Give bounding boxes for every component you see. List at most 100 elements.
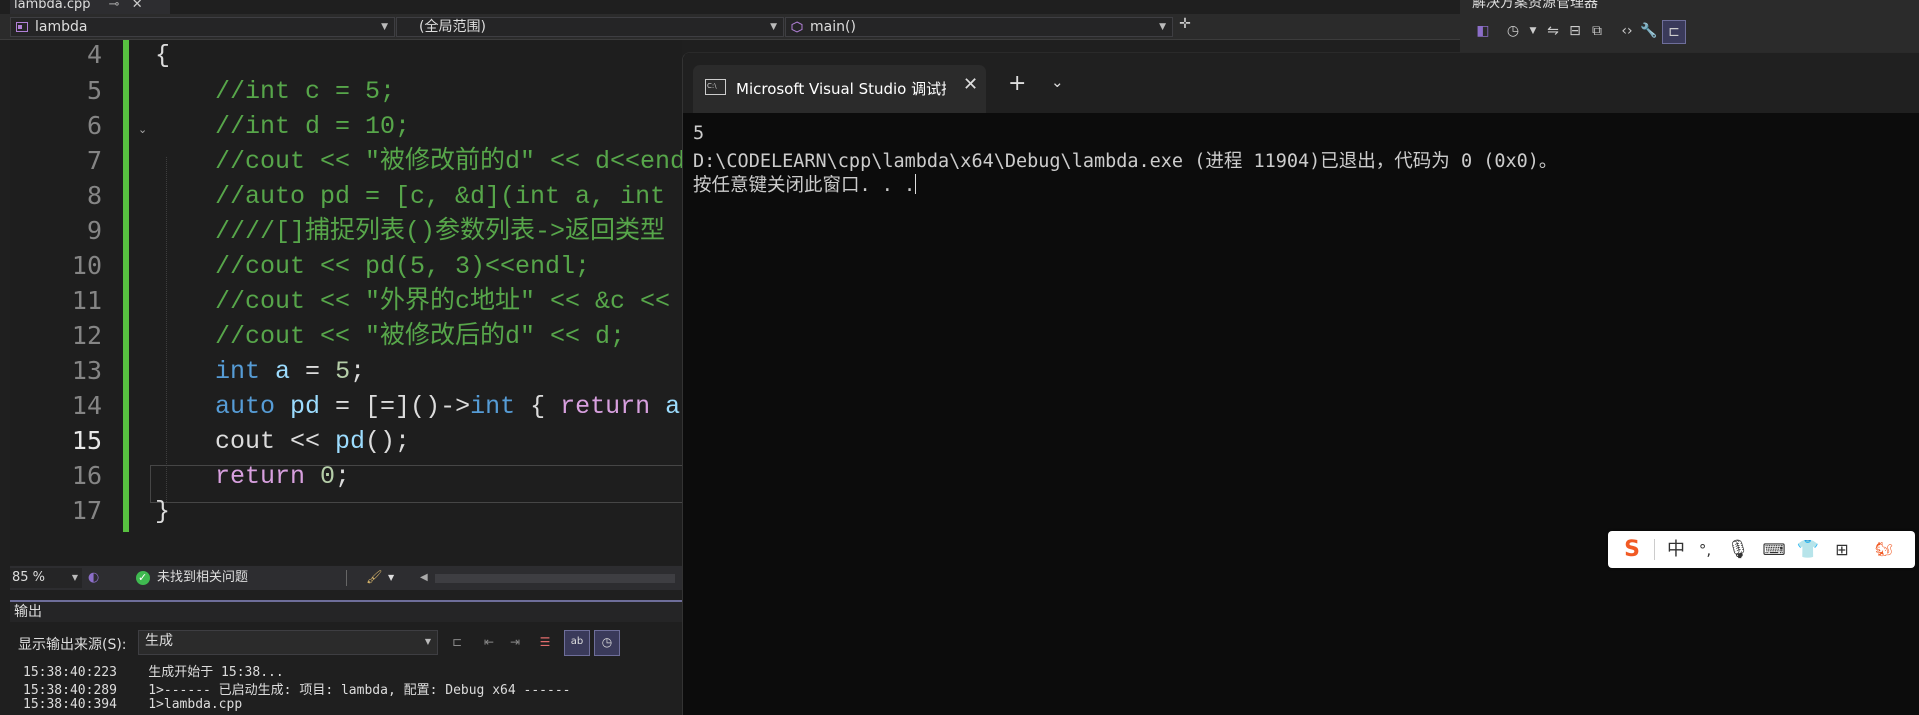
history-icon[interactable]: ◷ — [1502, 20, 1524, 42]
console-line: 5 — [693, 123, 705, 144]
code-line-comment: //cout << pd(5, 3)<<endl; — [215, 252, 591, 281]
input-mode-toggle[interactable]: 中 — [1664, 538, 1688, 562]
console-line: D:\CODELEARN\cpp\lambda\x64\Debug\lambda… — [693, 151, 1558, 172]
scroll-left-icon[interactable]: ◀ — [420, 566, 428, 590]
word-wrap-icon[interactable]: ab — [564, 630, 590, 656]
zoom-dropdown[interactable]: 85 % ▼ — [10, 568, 82, 588]
output-toolbar: 显示输出来源(S): 生成 ▼ ⊏ ⇤ ⇥ ☰ ab ◷ — [10, 630, 682, 656]
code-line-comment: //cout << "被修改后的d" << d; — [215, 322, 626, 351]
collapse-all-icon[interactable]: ⊟ — [1564, 20, 1586, 42]
member-dropdown-label: main() — [810, 19, 856, 35]
console-tab-title: Microsoft Visual Studio 调试控制台 — [736, 80, 946, 98]
line-number: 4 — [86, 40, 102, 69]
code-line: int a = 5; — [215, 357, 366, 386]
method-icon — [791, 21, 803, 33]
split-icon[interactable]: ✛ — [1176, 16, 1194, 38]
editor-status-bar: 85 % ▼ ◐ 未找到相关问题 🖌 ▼ ◀ — [10, 566, 682, 590]
previous-message-icon[interactable]: ⇤ — [476, 630, 502, 656]
solution-explorer-title: 解决方案资源管理器 — [1472, 0, 1598, 11]
member-dropdown[interactable]: main() ▼ — [785, 17, 1173, 37]
navigation-bar: lambda ▼ (全局范围) ▼ main() ▼ ✛ — [0, 14, 1460, 40]
keyboard-icon[interactable]: ⌨ — [1762, 538, 1786, 562]
timestamp-icon[interactable]: ◷ — [594, 630, 620, 656]
code-line-comment: //auto pd = [c, &d](int a, int b) — [215, 182, 682, 211]
output-message: 1>lambda.cpp — [148, 697, 243, 712]
chevron-down-icon: ▼ — [71, 573, 78, 582]
document-tab-lambda-cpp[interactable]: lambda.cpp ⊸ ✕ — [10, 0, 170, 14]
document-tab-strip — [0, 0, 1460, 14]
line-number: 17 — [71, 496, 102, 525]
project-dropdown-label: lambda — [35, 19, 88, 35]
line-number: 5 — [86, 76, 102, 105]
output-text[interactable]: 15:38:40:223 生成开始于 15:38... 15:38:40:289… — [10, 660, 682, 715]
microphone-icon[interactable]: 🎙 — [1726, 538, 1750, 562]
project-icon — [16, 22, 28, 32]
code-line-comment: //cout << "外界的c地址" << &c << endl; — [215, 287, 671, 316]
scope-dropdown[interactable]: (全局范围) ▼ — [396, 17, 784, 37]
output-timestamp: 15:38:40:223 — [23, 665, 117, 680]
line-number: 12 — [71, 321, 102, 350]
preview-toggle-icon[interactable]: ⊏ — [1662, 20, 1686, 44]
pin-icon[interactable]: ⊸ — [109, 0, 120, 12]
line-number: 11 — [71, 286, 102, 315]
code-line: return 0; — [215, 462, 351, 491]
brush-icon[interactable]: 🖌 — [366, 566, 383, 590]
output-source-dropdown[interactable]: 生成 ▼ — [138, 630, 438, 655]
code-editor[interactable]: 4 5 6 7 8 9 10 11 12 13 14 15 16 17 ⌄ { … — [10, 40, 682, 565]
copilot-icon[interactable]: ◐ — [88, 566, 99, 590]
next-message-icon[interactable]: ⇥ — [502, 630, 528, 656]
show-all-files-icon[interactable]: ⧉ — [1586, 20, 1608, 42]
mascot-icon[interactable]: 🐿 — [1866, 538, 1902, 562]
change-tracking-bar — [123, 40, 129, 532]
console-line-prompt: 按任意键关闭此窗口. . . — [693, 171, 917, 197]
fold-chevron-icon[interactable]: ⌄ — [138, 123, 147, 136]
code-line-comment: //int d = 10; — [215, 112, 411, 141]
terminal-icon: C:\ — [705, 79, 726, 95]
sync-icon[interactable]: ⇋ — [1542, 20, 1564, 42]
document-tab-label: lambda.cpp — [14, 0, 91, 12]
code-text[interactable]: { //int c = 5; //int d = 10; //cout << "… — [155, 40, 682, 526]
output-message: 1>------ 已启动生成: 项目: lambda, 配置: Debug x6… — [148, 683, 571, 698]
clear-all-icon[interactable]: ☰ — [532, 630, 558, 656]
line-number: 14 — [71, 391, 102, 420]
chevron-down-icon[interactable]: ▼ — [388, 566, 394, 590]
chevron-down-icon: ▼ — [770, 22, 777, 32]
zoom-level: 85 % — [12, 570, 46, 585]
line-number: 16 — [71, 461, 102, 490]
close-icon[interactable]: ✕ — [963, 74, 978, 95]
ime-toolbar[interactable]: S 中 °, 🎙 ⌨ 👕 ⊞ 🐿 — [1608, 531, 1915, 568]
punctuation-toggle[interactable]: °, — [1692, 538, 1718, 562]
chevron-down-icon[interactable]: ▼ — [1522, 20, 1544, 42]
horizontal-scrollbar[interactable] — [435, 574, 675, 583]
output-source-label: 显示输出来源(S): — [18, 637, 127, 653]
code-line-comment: //cout << "被修改前的d" << d<<endl; — [215, 147, 682, 176]
wrench-icon[interactable]: 🔧 — [1638, 20, 1660, 42]
output-line: 15:38:40:289 1>------ 已启动生成: 项目: lambda,… — [23, 679, 570, 698]
project-dropdown[interactable]: lambda ▼ — [10, 17, 395, 37]
new-tab-plus-icon[interactable]: + — [1008, 71, 1026, 96]
output-timestamp: 15:38:40:394 — [23, 697, 117, 712]
divider — [1654, 539, 1655, 560]
line-number: 8 — [86, 181, 102, 210]
vs-icon[interactable]: ◧ — [1472, 20, 1494, 42]
output-message: 生成开始于 15:38... — [148, 665, 284, 680]
sogou-logo-icon[interactable]: S — [1620, 538, 1644, 562]
line-number: 13 — [71, 356, 102, 385]
console-tab[interactable]: C:\ Microsoft Visual Studio 调试控制台 ✕ — [693, 65, 986, 113]
code-view-icon[interactable]: ‹› — [1616, 20, 1638, 42]
issues-status[interactable]: 未找到相关问题 — [157, 566, 248, 590]
divider — [346, 570, 347, 586]
chevron-down-icon[interactable]: ⌄ — [1051, 73, 1064, 91]
grid-menu-icon[interactable]: ⊞ — [1830, 538, 1854, 562]
console-prompt-text: 按任意键关闭此窗口. . . — [693, 175, 916, 196]
output-pane-title: 输出 — [14, 604, 42, 620]
solution-explorer-header: 解决方案资源管理器 ◧ ◷ ▼ ⇋ ⊟ ⧉ ‹› 🔧 ⊏ — [1466, 0, 1919, 52]
output-line: 15:38:40:394 1>lambda.cpp — [23, 697, 242, 712]
code-line-current: cout << pd(); — [215, 427, 411, 456]
current-line-number: 15 — [71, 426, 102, 455]
close-icon[interactable]: ✕ — [132, 0, 143, 12]
skin-shirt-icon[interactable]: 👕 — [1796, 538, 1820, 562]
find-message-icon[interactable]: ⊏ — [444, 630, 470, 656]
code-line-comment: //int c = 5; — [215, 77, 396, 106]
debug-console-window[interactable]: C:\ Microsoft Visual Studio 调试控制台 ✕ + ⌄ … — [682, 52, 1919, 715]
